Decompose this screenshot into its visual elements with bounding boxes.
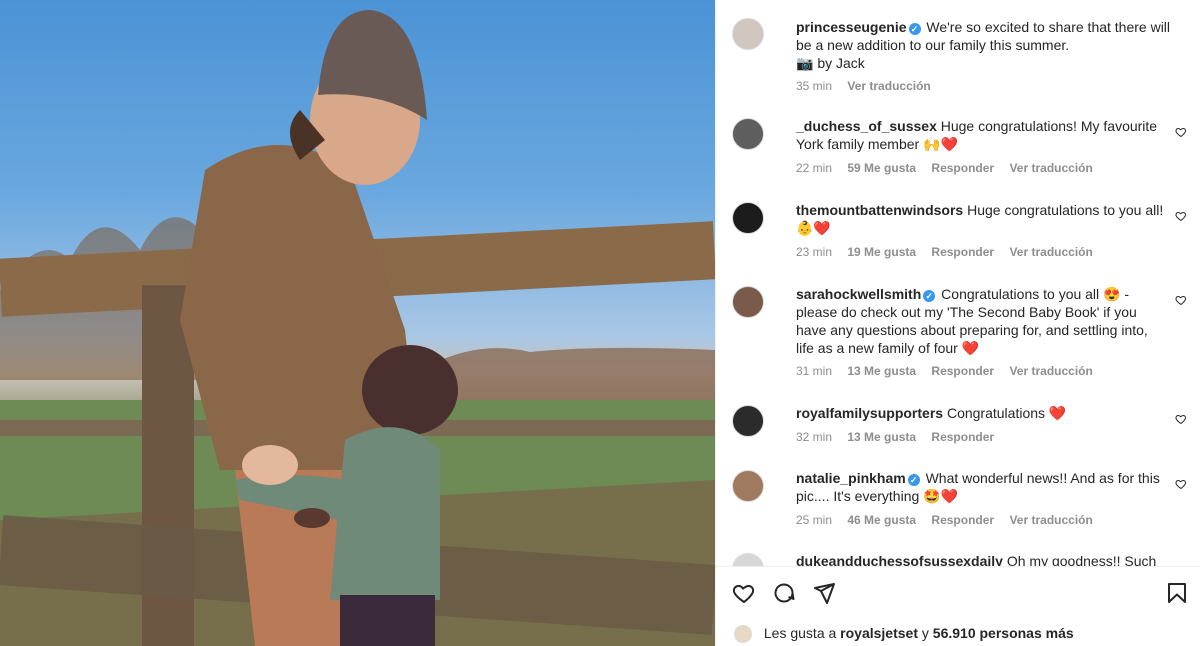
comment-icon[interactable] xyxy=(772,581,796,605)
post-actions: Les gusta a royalsjetset y 56.910 person… xyxy=(716,566,1200,646)
caption-time: 35 min xyxy=(796,79,833,93)
comment-likes[interactable]: 59 Me gusta xyxy=(847,161,916,175)
bookmark-icon[interactable] xyxy=(1165,581,1189,605)
photo-illustration xyxy=(0,10,715,646)
comment-likes[interactable]: 13 Me gusta xyxy=(847,364,916,378)
verified-icon: ✓ xyxy=(907,474,920,486)
post-photo[interactable] xyxy=(0,0,715,646)
comment-item: dukeandduchessofsussexdaily Oh my goodne… xyxy=(732,551,1187,566)
instagram-post: princesseugenie ✓ We're so excited to sha… xyxy=(0,0,1200,646)
comment-username[interactable]: natalie_pinkham xyxy=(796,470,906,486)
verified-icon: ✓ xyxy=(908,23,921,35)
comment-item: natalie_pinkham ✓ What wonderful news!! A… xyxy=(732,468,1187,532)
comment-time: 31 min xyxy=(796,364,833,378)
avatar[interactable] xyxy=(732,286,764,318)
comment-likes[interactable]: 19 Me gusta xyxy=(847,245,916,259)
comment-item: royalfamilysupporters Congratulations ❤️… xyxy=(732,403,1187,451)
comment-time: 23 min xyxy=(796,245,833,259)
avatar[interactable] xyxy=(732,553,764,566)
comment-username[interactable]: dukeandduchessofsussexdaily xyxy=(796,553,1003,566)
translate-link[interactable]: Ver traducción xyxy=(847,79,930,93)
caption-credit: 📷 by Jack xyxy=(796,55,865,71)
caption: princesseugenie ✓ We're so excited to sha… xyxy=(732,16,1187,96)
comment-username[interactable]: sarahockwellsmith xyxy=(796,286,921,302)
translate-link[interactable]: Ver traducción xyxy=(1009,513,1092,527)
comment-text: Congratulations ❤️ xyxy=(946,405,1067,421)
comment-username[interactable]: royalfamilysupporters xyxy=(796,405,943,421)
heart-icon[interactable] xyxy=(1175,294,1187,306)
comment-item: themountbattenwindsors Huge congratulati… xyxy=(732,200,1187,264)
comment-item: sarahockwellsmith ✓ Congratulations to yo… xyxy=(732,284,1187,384)
heart-icon[interactable] xyxy=(1175,413,1187,425)
comment-time: 22 min xyxy=(796,161,833,175)
heart-icon[interactable] xyxy=(732,581,756,605)
likes-prefix: Les gusta a xyxy=(763,625,837,641)
heart-icon[interactable] xyxy=(1175,126,1187,138)
avatar[interactable] xyxy=(732,118,764,150)
verified-icon: ✓ xyxy=(923,290,936,302)
reply-button[interactable]: Responder xyxy=(931,513,994,527)
avatar[interactable] xyxy=(732,470,764,502)
comment-username[interactable]: themountbattenwindsors xyxy=(796,202,963,218)
likes-count[interactable]: 56.910 personas más xyxy=(933,625,1074,641)
avatar[interactable] xyxy=(732,18,764,50)
reply-button[interactable]: Responder xyxy=(931,245,994,259)
comment-item: _duchess_of_sussex Huge congratulations!… xyxy=(732,116,1187,180)
likes-middle: y xyxy=(921,625,929,641)
comment-username[interactable]: _duchess_of_sussex xyxy=(796,118,937,134)
comments-panel: princesseugenie ✓ We're so excited to sha… xyxy=(715,0,1200,646)
comment-likes[interactable]: 13 Me gusta xyxy=(847,430,916,444)
avatar[interactable] xyxy=(732,405,764,437)
heart-icon[interactable] xyxy=(1175,478,1187,490)
reply-button[interactable]: Responder xyxy=(931,161,994,175)
comment-time: 32 min xyxy=(796,430,833,444)
share-icon[interactable] xyxy=(812,581,836,605)
avatar[interactable] xyxy=(734,625,752,644)
comment-likes[interactable]: 46 Me gusta xyxy=(847,513,916,527)
avatar[interactable] xyxy=(732,202,764,234)
caption-username[interactable]: princesseugenie xyxy=(796,19,907,35)
likes-summary: Les gusta a royalsjetset y 56.910 person… xyxy=(734,625,1074,644)
likes-user[interactable]: royalsjetset xyxy=(840,625,918,641)
translate-link[interactable]: Ver traducción xyxy=(1009,161,1092,175)
reply-button[interactable]: Responder xyxy=(931,430,994,444)
translate-link[interactable]: Ver traducción xyxy=(1009,364,1092,378)
comments-list[interactable]: princesseugenie ✓ We're so excited to sha… xyxy=(716,0,1200,566)
heart-icon[interactable] xyxy=(1175,210,1187,222)
comment-time: 25 min xyxy=(796,513,833,527)
reply-button[interactable]: Responder xyxy=(931,364,994,378)
translate-link[interactable]: Ver traducción xyxy=(1009,245,1092,259)
